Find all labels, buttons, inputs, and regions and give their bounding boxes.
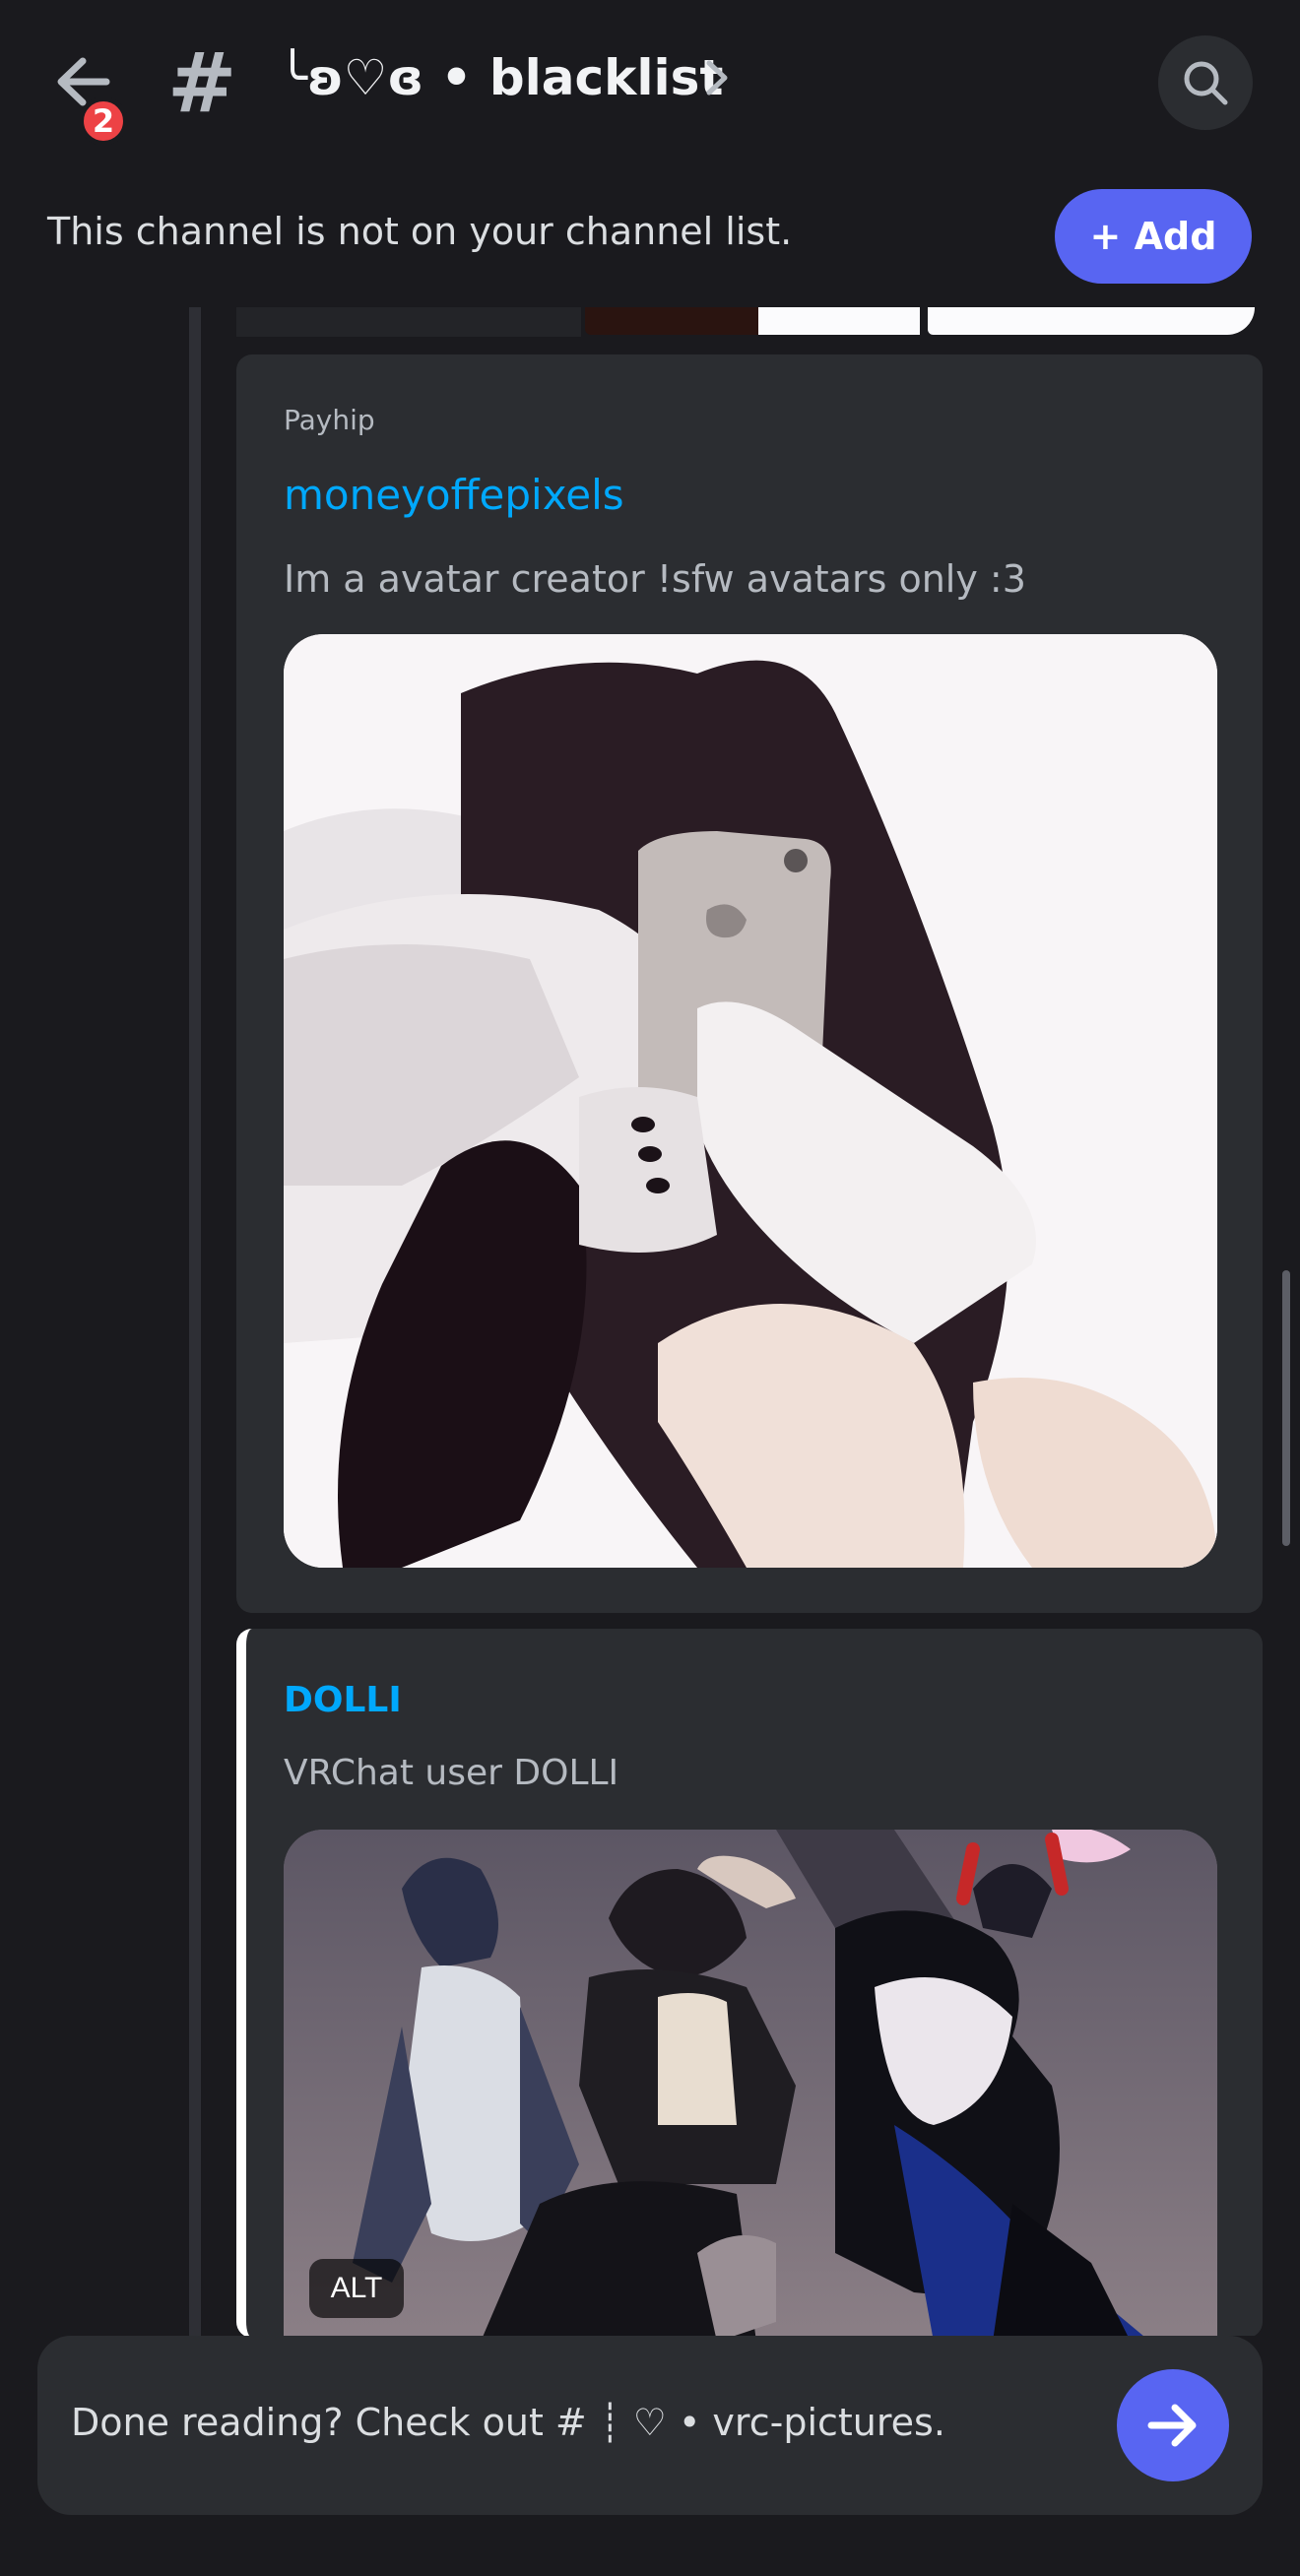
embed-description: VRChat user DOLLI <box>284 1753 619 1793</box>
channel-header: 2 # ╰ʚ♡ɞ • blacklist <box>0 0 1300 165</box>
channel-title[interactable]: ╰ʚ♡ɞ • blacklist <box>278 45 723 110</box>
notice-text: This channel is not on your channel list… <box>47 210 793 253</box>
embed-image[interactable]: ALT <box>284 1830 1217 2338</box>
previous-embed-thumbnails[interactable] <box>236 307 1257 337</box>
embed-description: Im a avatar creator !sfw avatars only :3 <box>284 557 1026 601</box>
next-channel-text: Done reading? Check out # ┊ ♡ • vrc-pict… <box>71 2401 945 2444</box>
unread-badge: 2 <box>79 97 128 146</box>
scrollbar[interactable] <box>1282 1270 1290 1546</box>
thumbnail[interactable] <box>758 307 920 335</box>
add-channel-button[interactable]: + Add <box>1055 189 1252 284</box>
next-channel-prompt[interactable]: Done reading? Check out # ┊ ♡ • vrc-pict… <box>37 2336 1263 2515</box>
link-embed-payhip: Payhip moneyoffepixels Im a avatar creat… <box>236 354 1263 1613</box>
embed-image[interactable] <box>284 634 1217 1568</box>
thumbnail[interactable] <box>236 307 581 337</box>
hash-icon: # <box>167 34 237 131</box>
link-embed-vrchat: DOLLI VRChat user DOLLI ALT <box>236 1629 1263 2338</box>
embed-provider: Payhip <box>284 404 375 436</box>
search-icon <box>1184 61 1228 105</box>
channel-notice-bar: This channel is not on your channel list… <box>0 163 1300 307</box>
alt-text-button[interactable]: ALT <box>309 2259 404 2318</box>
vrchat-avatars-illustration <box>284 1830 1217 2338</box>
arrow-right-icon <box>1147 2404 1197 2447</box>
thumbnail[interactable] <box>928 307 1255 335</box>
embed-title-link[interactable]: moneyoffepixels <box>284 471 624 519</box>
embed-title-link[interactable]: DOLLI <box>284 1680 402 1720</box>
go-to-channel-button[interactable] <box>1117 2369 1229 2481</box>
chevron-right-icon[interactable] <box>701 53 735 102</box>
thread-line <box>189 307 201 2336</box>
thumbnail[interactable] <box>585 307 758 335</box>
search-button[interactable] <box>1158 35 1253 130</box>
mirror-selfie-illustration <box>284 634 1217 1568</box>
